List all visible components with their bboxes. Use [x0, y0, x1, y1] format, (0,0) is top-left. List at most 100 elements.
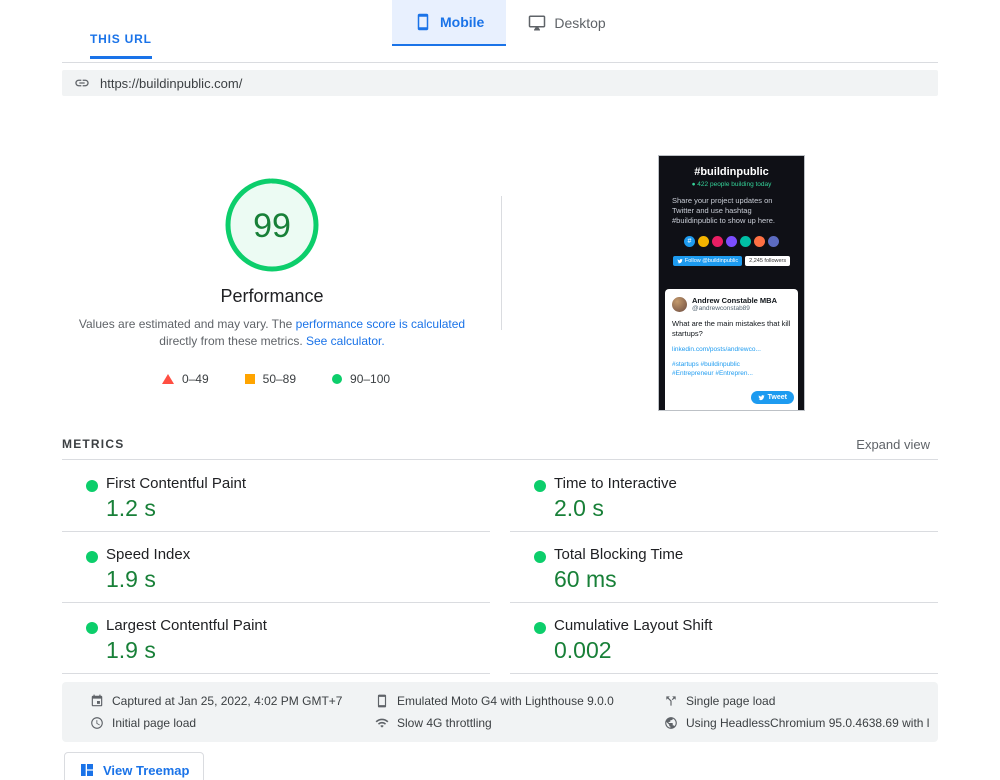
meta-text: Captured at Jan 25, 2022, 4:02 PM GMT+7	[112, 694, 343, 708]
metric-label: Time to Interactive	[554, 475, 677, 492]
followers-count: 2,245 followers	[745, 256, 791, 266]
page-screenshot-thumbnail: #buildinpublic ● 422 people building tod…	[658, 155, 805, 411]
legend-range-label: 0–49	[181, 372, 209, 386]
metric-value: 2.0 s	[554, 495, 604, 521]
metric-time-to-interactive: Time to Interactive 2.0 s	[510, 468, 938, 532]
tweet-link: linkedin.com/posts/andrewco...	[672, 346, 761, 353]
metric-value: 60 ms	[554, 566, 617, 592]
metric-total-blocking-time: Total Blocking Time 60 ms	[510, 539, 938, 603]
tweet-button: Tweet	[750, 391, 794, 404]
metric-first-contentful-paint: First Contentful Paint 1.2 s	[62, 468, 490, 532]
tweet-text: What are the main mistakes that kill sta…	[672, 319, 791, 338]
desktop-icon	[529, 15, 546, 31]
legend-range-label: 90–100	[350, 372, 391, 386]
thumb-follow-row: Follow @buildinpublic 2,245 followers	[659, 256, 804, 266]
metric-value: 0.002	[554, 637, 612, 663]
hashtag-avatar: #	[684, 236, 695, 247]
metric-label: First Contentful Paint	[106, 475, 247, 492]
meta-single-page-load: Single page load	[664, 694, 930, 708]
tab-this-url[interactable]: THIS URL	[90, 32, 152, 59]
fork-split-icon	[666, 696, 676, 706]
metric-label: Cumulative Layout Shift	[554, 617, 713, 634]
analyzed-url: https://buildinpublic.com/	[100, 75, 243, 91]
meta-emulated-device: Emulated Moto G4 with Lighthouse 9.0.0	[375, 694, 664, 708]
disclaimer-text: Values are estimated and may vary. The	[78, 317, 296, 331]
metric-label: Speed Index	[106, 546, 191, 563]
metric-label: Largest Contentful Paint	[106, 617, 267, 634]
wifi-signal-icon	[375, 718, 389, 728]
meta-text: Using HeadlessChromium 95.0.4638.69 with…	[686, 716, 930, 730]
avatar	[726, 236, 737, 247]
metric-value: 1.9 s	[106, 566, 156, 592]
green-circle-icon	[332, 374, 343, 384]
thumb-avatar-row: #	[659, 236, 804, 247]
meta-text: Initial page load	[112, 716, 197, 730]
tab-this-url-label: THIS URL	[90, 32, 152, 46]
view-treemap-label: View Treemap	[103, 762, 190, 778]
tab-mobile[interactable]: Mobile	[392, 0, 507, 46]
tweet-author-name: Andrew Constable MBA	[692, 296, 778, 305]
performance-label: Performance	[220, 286, 324, 306]
tweet-card-header: Andrew Constable MBA @andrewconstab89	[672, 296, 791, 312]
meta-text: Single page load	[686, 694, 776, 708]
meta-text: Slow 4G throttling	[397, 716, 492, 730]
expand-view-button[interactable]: Expand view	[856, 437, 930, 452]
metric-cumulative-layout-shift: Cumulative Layout Shift 0.002	[510, 610, 938, 674]
tab-desktop[interactable]: Desktop	[506, 0, 627, 46]
performance-gauge: 99	[224, 177, 320, 278]
legend-item-good: 90–100	[332, 372, 390, 386]
device-tabs: Mobile Desktop	[392, 0, 628, 46]
metric-speed-index: Speed Index 1.9 s	[62, 539, 490, 603]
green-dot-icon	[86, 622, 98, 634]
meta-chromium-version: Using HeadlessChromium 95.0.4638.69 with…	[664, 716, 930, 730]
green-dot-icon	[86, 480, 98, 492]
tweet-hashtags: #startups #buildinpublic #Entrepreneur #…	[672, 361, 753, 377]
score-legend: 0–49 50–89 90–100	[62, 372, 490, 386]
meta-text: Emulated Moto G4 with Lighthouse 9.0.0	[397, 694, 614, 708]
green-dot-icon	[534, 622, 546, 634]
capture-meta-bar: Captured at Jan 25, 2022, 4:02 PM GMT+7 …	[62, 682, 938, 742]
score-calculation-link[interactable]: performance score is calculated	[296, 317, 465, 331]
meta-initial-page-load: Initial page load	[90, 716, 375, 730]
green-dot-icon	[86, 551, 98, 563]
legend-item-poor: 0–49	[161, 372, 209, 386]
mobile-icon	[417, 13, 429, 31]
tab-mobile-label: Mobile	[440, 14, 485, 30]
tweet-author-avatar	[672, 296, 687, 312]
treemap-icon	[81, 764, 93, 776]
tab-desktop-label: Desktop	[554, 15, 606, 31]
avatar	[768, 236, 779, 247]
globe-icon	[665, 717, 677, 729]
smartphone-icon	[377, 694, 387, 708]
avatar	[712, 236, 723, 247]
clock-icon	[91, 717, 103, 729]
pagespeed-report: Mobile Desktop THIS URL https://buildinp…	[0, 0, 1000, 780]
meta-throttling: Slow 4G throttling	[375, 716, 664, 730]
tweet-author-handle: @andrewconstab89	[692, 305, 750, 312]
view-treemap-button[interactable]: View Treemap	[64, 752, 205, 780]
metric-value: 1.9 s	[106, 637, 156, 663]
orange-square-icon	[244, 374, 255, 384]
legend-range-label: 50–89	[262, 372, 297, 386]
metrics-heading: METRICS	[62, 437, 125, 451]
metric-largest-contentful-paint: Largest Contentful Paint 1.9 s	[62, 610, 490, 674]
meta-captured-at: Captured at Jan 25, 2022, 4:02 PM GMT+7	[90, 694, 375, 708]
calendar-icon	[91, 694, 103, 707]
score-screenshot-divider	[501, 196, 502, 330]
tweet-button-label: Tweet	[767, 394, 787, 401]
avatar	[740, 236, 751, 247]
avatar	[754, 236, 765, 247]
performance-score: 99	[253, 207, 291, 245]
thumb-site-title: #buildinpublic	[694, 166, 769, 178]
twitter-bird-icon	[758, 395, 765, 401]
see-calculator-link[interactable]: See calculator.	[306, 334, 385, 348]
green-dot-icon	[534, 551, 546, 563]
avatar	[698, 236, 709, 247]
disclaimer-text: directly from these metrics.	[159, 334, 306, 348]
red-triangle-icon	[161, 374, 174, 384]
twitter-bird-icon	[677, 259, 683, 264]
thumb-live-count: ● 422 people building today	[691, 181, 772, 188]
link-icon	[75, 79, 89, 87]
green-dot-icon	[534, 480, 546, 492]
follow-button-label: Follow @buildinpublic	[684, 258, 739, 264]
